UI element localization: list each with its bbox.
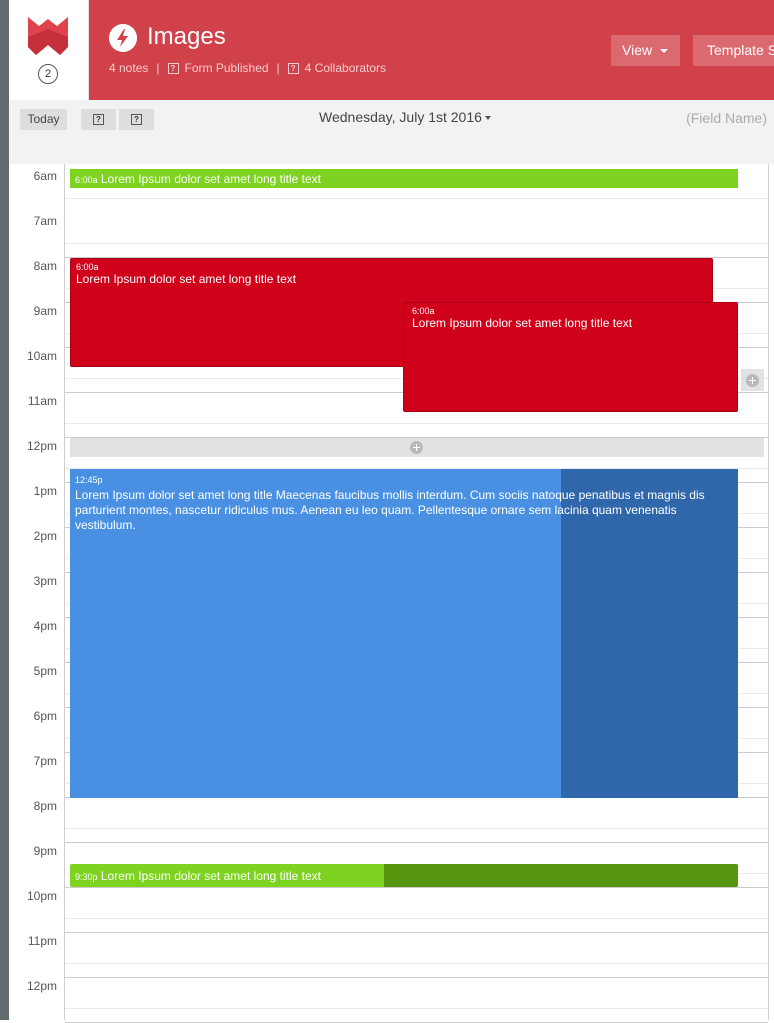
- event-content: 9:30p Lorem Ipsum dolor set amet long ti…: [70, 864, 738, 883]
- page-title: Images: [147, 23, 226, 50]
- hour-label: 11pm: [27, 934, 57, 948]
- calendar-event[interactable]: 12:45p Lorem Ipsum dolor set amet long t…: [70, 469, 738, 798]
- event-content: 12:45p Lorem Ipsum dolor set amet long t…: [70, 469, 738, 533]
- hour-label: 3pm: [33, 574, 57, 588]
- hour-label: 6pm: [33, 709, 57, 723]
- hour-label: 11am: [27, 394, 57, 408]
- hour-gridline: [65, 977, 768, 978]
- page-meta: 4 notes | ? Form Published | ? 4 Collabo…: [109, 61, 386, 75]
- event-time: 9:30p: [75, 872, 98, 882]
- half-hour-gridline: [65, 198, 768, 199]
- hour-gridline: [65, 842, 768, 843]
- add-event-button[interactable]: [741, 369, 764, 391]
- caret-down-icon: [660, 49, 668, 53]
- hour-label: 8am: [33, 259, 57, 273]
- half-hour-gridline: [65, 1008, 768, 1009]
- event-time: 6:00a: [412, 306, 435, 316]
- hour-label: 10pm: [26, 889, 57, 903]
- hour-label: 8pm: [33, 799, 57, 813]
- view-button-label: View: [622, 42, 653, 58]
- today-button[interactable]: Today: [20, 109, 67, 130]
- event-time: 12:45p: [75, 475, 103, 485]
- notification-count-badge[interactable]: 2: [38, 64, 58, 84]
- app-header: 2 Images 4 notes | ? Form Published | ? …: [9, 0, 774, 100]
- template-button[interactable]: Template S: [693, 35, 774, 66]
- plus-icon: [746, 374, 759, 387]
- hour-label: 2pm: [33, 529, 57, 543]
- event-time: 6:00a: [75, 175, 98, 185]
- day-grid[interactable]: 6:00a Lorem Ipsum dolor set amet long ti…: [64, 164, 769, 1023]
- hour-gridline: [65, 932, 768, 933]
- hour-label: 6am: [33, 169, 57, 183]
- form-status[interactable]: Form Published: [185, 61, 269, 75]
- event-title: Lorem Ipsum dolor set amet long title te…: [100, 172, 321, 186]
- half-hour-gridline: [65, 243, 768, 244]
- hour-label: 5pm: [33, 664, 57, 678]
- field-name-label[interactable]: (Field Name): [686, 110, 767, 126]
- event-title: Lorem Ipsum dolor set amet long title te…: [412, 316, 633, 330]
- collaborators-count[interactable]: 4 Collaborators: [305, 61, 386, 75]
- help-icon: ?: [93, 114, 104, 125]
- half-hour-gridline: [65, 918, 768, 919]
- date-picker[interactable]: Wednesday, July 1st 2016: [319, 109, 491, 125]
- help-icon: ?: [131, 114, 142, 125]
- logo-box[interactable]: 2: [9, 0, 89, 100]
- toolbar-help-button[interactable]: ?: [81, 109, 116, 130]
- half-hour-gridline: [65, 828, 768, 829]
- hour-label: 7pm: [33, 754, 57, 768]
- plus-icon: [410, 441, 423, 454]
- calendar-event[interactable]: 6:00a Lorem Ipsum dolor set amet long ti…: [403, 302, 738, 412]
- hour-label: 9pm: [33, 844, 57, 858]
- calendar-toolbar: Today ? ? Wednesday, July 1st 2016 (Fiel…: [9, 100, 774, 164]
- hour-gridline: [65, 887, 768, 888]
- toolbar-help-button[interactable]: ?: [119, 109, 154, 130]
- hour-label: 1pm: [33, 484, 57, 498]
- current-date: Wednesday, July 1st 2016: [319, 109, 482, 125]
- half-hour-gridline: [65, 963, 768, 964]
- event-title: Lorem Ipsum dolor set amet long title Ma…: [75, 488, 705, 532]
- event-title: Lorem Ipsum dolor set amet long title te…: [76, 272, 297, 286]
- help-icon: ?: [287, 62, 299, 74]
- logo-icon: [28, 17, 68, 55]
- hour-label: 12pm: [26, 439, 57, 453]
- hour-label: 7am: [33, 214, 57, 228]
- hour-label: 12pm: [26, 979, 57, 993]
- hour-label: 9am: [33, 304, 57, 318]
- lightning-icon: [109, 24, 137, 52]
- separator: |: [156, 61, 160, 75]
- event-time: 6:00a: [76, 262, 99, 272]
- hour-label: 4pm: [33, 619, 57, 633]
- left-rail: [0, 0, 9, 1020]
- caret-down-icon: [484, 116, 491, 121]
- view-dropdown-button[interactable]: View: [611, 35, 680, 66]
- calendar-event[interactable]: 9:30p Lorem Ipsum dolor set amet long ti…: [70, 864, 738, 887]
- half-hour-gridline: [65, 423, 768, 424]
- help-icon: ?: [167, 62, 179, 74]
- add-event-bar[interactable]: [70, 438, 764, 457]
- separator: |: [276, 61, 280, 75]
- calendar-event[interactable]: 6:00a Lorem Ipsum dolor set amet long ti…: [70, 169, 738, 188]
- event-title: Lorem Ipsum dolor set amet long title te…: [100, 869, 321, 883]
- hour-label: 10am: [26, 349, 57, 363]
- notes-count[interactable]: 4 notes: [109, 61, 148, 75]
